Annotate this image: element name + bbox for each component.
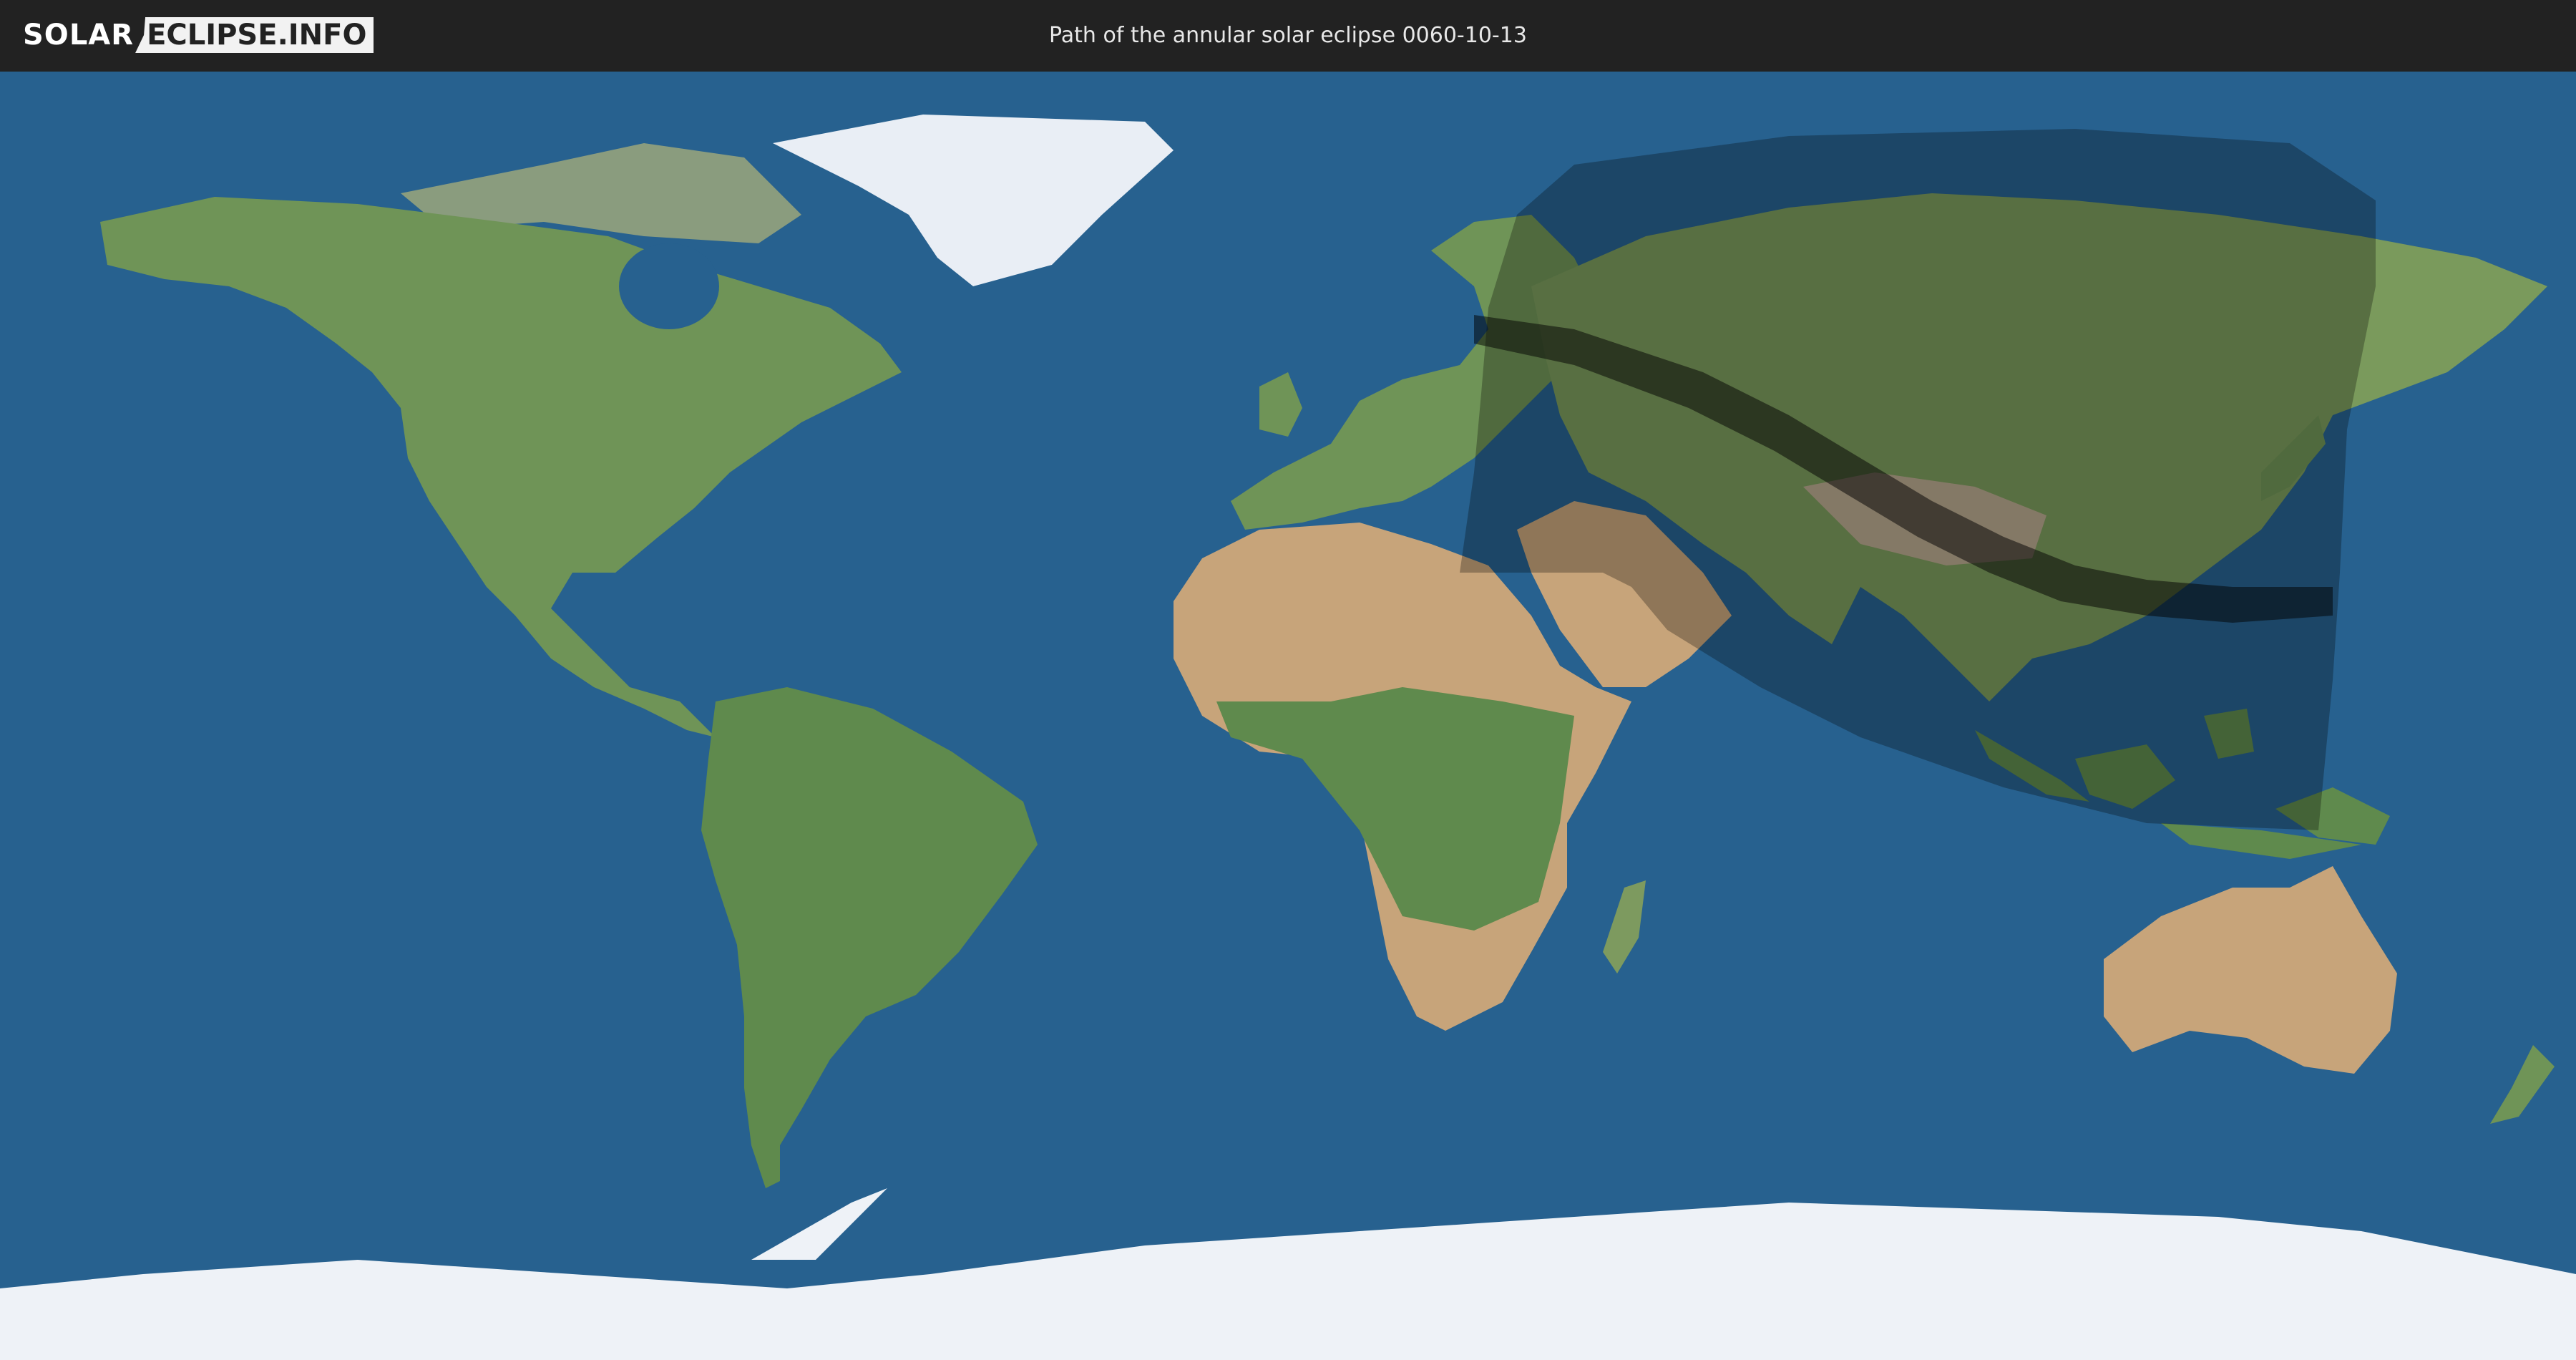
page-title: Path of the annular solar eclipse 0060-1… <box>1049 23 1527 48</box>
top-bar: SOLAR ECLIPSE.INFO Path of the annular s… <box>0 0 2576 72</box>
world-map <box>0 72 2576 1360</box>
hudson-bay <box>619 243 719 329</box>
